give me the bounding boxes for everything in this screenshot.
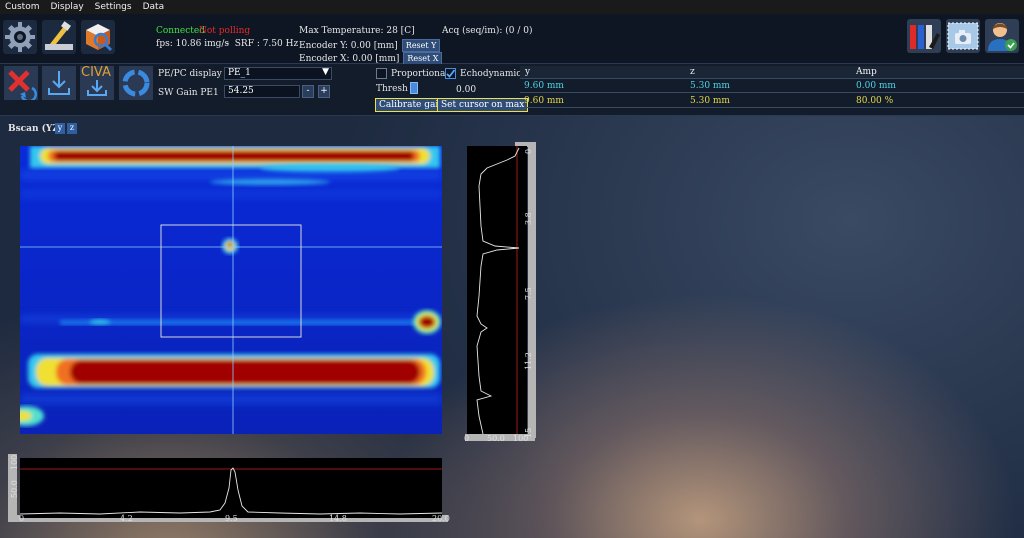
table-cell: 80.00 % (856, 96, 894, 106)
toolbar: Connected Not polling fps: 10.86 img/s -… (0, 14, 1024, 65)
pe-pc-select[interactable]: PE_1 ▼ (224, 67, 332, 80)
set-cursor-on-max-button[interactable]: Set cursor on max (437, 98, 529, 112)
chevron-down-icon: ▼ (322, 67, 329, 77)
civa-download-icon (87, 80, 107, 96)
table-header (520, 66, 1024, 79)
download-icon (48, 71, 70, 95)
ascan-right-signal (476, 146, 520, 435)
axis-y-button[interactable]: y (55, 123, 65, 134)
ascan-right-tick: 3.8 (524, 212, 533, 225)
table-cell: 5.30 mm (690, 96, 730, 106)
table-cell: 9.60 mm (524, 96, 564, 106)
part-view-button[interactable] (81, 20, 115, 54)
camera-icon (947, 22, 979, 50)
user-button[interactable] (985, 19, 1019, 53)
ascan-right-plot (467, 146, 527, 435)
menubar: Custom Display Settings Data (0, 0, 1024, 14)
status-polling: Not polling (199, 26, 251, 36)
thresh-label: Thresh : (376, 84, 414, 94)
ascan-bottom-x-tick: 0 (19, 514, 25, 523)
civa-export-button[interactable]: CIVA (80, 65, 114, 100)
ascan-right-end-label: 0 (524, 148, 533, 154)
clear-button[interactable] (4, 66, 38, 103)
ascan-bottom-plot (19, 458, 443, 518)
gear-icon (5, 22, 35, 52)
max-temperature: Max Temperature: 28 [C] (299, 26, 415, 36)
axis-z-button[interactable]: z (67, 123, 77, 134)
bscan-view[interactable] (20, 146, 442, 434)
encoder-y-value: Encoder Y: 0.00 [mm] (299, 41, 398, 51)
ascan-bottom-x-tick: 4.2 (120, 514, 133, 523)
settings-gear-button[interactable] (3, 20, 37, 54)
probe-icon (45, 21, 73, 50)
col-header-z: z (690, 67, 695, 77)
refresh-button[interactable] (119, 66, 153, 100)
table-cell: 5.30 mm (690, 81, 730, 91)
ascan-right-tick: 11.2 (524, 352, 533, 370)
pe-pc-label: PE/PC display (158, 69, 222, 79)
color-palette-icon (910, 25, 940, 49)
ascan-bottom-y-tick: 100 (10, 454, 19, 470)
bscan-image (20, 146, 442, 434)
ascan-bottom-x-tick: 14.8 (329, 514, 347, 523)
ascan-bottom-x-tick: 20.0 (432, 514, 450, 523)
ascan-right-bottom-tick: 50.0 (487, 434, 505, 443)
ascan-bottom-y-tick: 50.0 (10, 480, 19, 498)
status-connected: Connected (156, 26, 205, 36)
cursor-table: y z Amp 9.60 mm 5.30 mm 0.00 mm 9.60 mm … (520, 66, 1024, 110)
snapshot-button[interactable] (946, 19, 980, 53)
probe-button[interactable] (42, 20, 76, 54)
proportional-label: Proportional (391, 69, 449, 79)
srf-value: SRF : 7.50 Hz (234, 39, 299, 49)
refresh-icon (122, 69, 150, 97)
srf-readout: - SRF : 7.50 Hz (226, 39, 299, 49)
sw-gain-label: SW Gain PE1 (158, 88, 219, 98)
col-header-y: y (525, 67, 531, 77)
reset-y-button[interactable]: Reset Y (401, 39, 441, 52)
palette-button[interactable] (907, 19, 941, 53)
sw-gain-increment-button[interactable]: + (318, 85, 330, 98)
close-undo-icon (8, 70, 37, 103)
table-cell: 0.00 mm (856, 81, 896, 91)
user-check-icon (988, 23, 1017, 51)
menu-settings[interactable]: Settings (90, 2, 138, 12)
sw-gain-decrement-button[interactable]: - (302, 85, 314, 98)
sw-gain-value: 54.25 (228, 86, 254, 96)
cube-magnifier-icon (86, 24, 113, 52)
table-row[interactable]: 9.60 mm 5.30 mm 0.00 mm (520, 80, 1024, 93)
table-cell: 9.60 mm (524, 81, 564, 91)
download-button[interactable] (42, 66, 76, 100)
proportional-checkbox[interactable] (376, 68, 387, 79)
echodynamic-checkbox[interactable] (445, 68, 456, 79)
encoder-x-value: Encoder X: 0.00 [mm] (299, 54, 400, 64)
table-row[interactable]: 9.60 mm 5.30 mm 80.00 % (520, 95, 1024, 108)
col-header-amp: Amp (856, 67, 877, 77)
echodynamic-label: Echodynamic (460, 69, 522, 79)
encoder-y: Encoder Y: 0.00 [mm] Reset Y (299, 39, 441, 52)
acq-readout: Acq (seq/im): (0 / 0) (442, 26, 533, 36)
menu-data[interactable]: Data (138, 2, 171, 12)
pe-pc-value: PE_1 (228, 68, 251, 78)
ascan-right-bottom-tick: 100 (513, 434, 529, 443)
ascan-bottom-x-tick: 9.5 (225, 514, 238, 523)
thresh-value: 0.00 (456, 85, 477, 95)
ascan-right-tick: 7.5 (524, 287, 533, 300)
menu-display[interactable]: Display (45, 2, 89, 12)
ascan-bottom-signal (19, 467, 443, 515)
fps-readout: fps: 10.86 img/s (156, 39, 230, 49)
checkmark-icon (446, 69, 456, 78)
ascan-right-bottom-tick: 0 (464, 434, 470, 443)
menu-custom[interactable]: Custom (0, 2, 45, 12)
sw-gain-input[interactable]: 54.25 (224, 85, 300, 98)
thresh-slider-handle[interactable] (410, 82, 418, 94)
